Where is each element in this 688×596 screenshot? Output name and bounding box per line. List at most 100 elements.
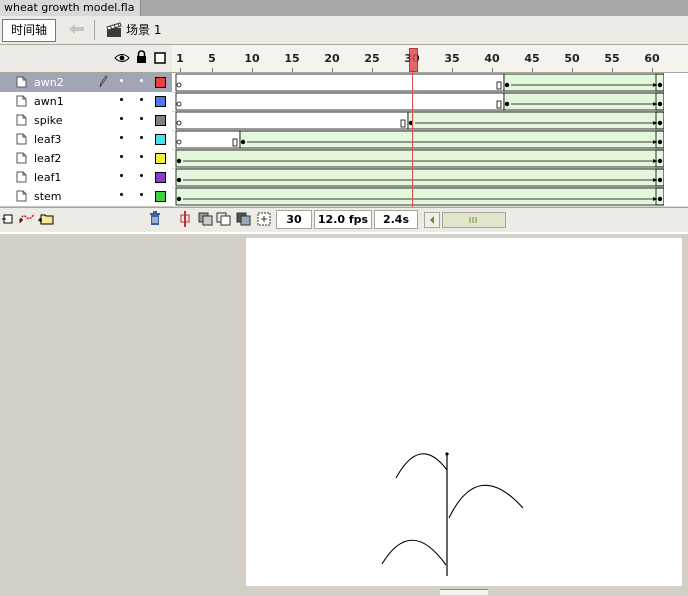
lock-toggle[interactable] (140, 117, 143, 120)
tween-end-keyframe[interactable] (657, 158, 663, 164)
back-arrow-icon[interactable] (68, 22, 88, 38)
layer-row-awn1[interactable]: awn1 (0, 92, 172, 112)
span-end-frame[interactable] (400, 119, 406, 128)
outline-square-icon[interactable] (154, 52, 166, 67)
motion-tween-span[interactable] (407, 111, 665, 130)
static-span[interactable] (175, 92, 505, 111)
modify-onion-markers-icon[interactable] (257, 212, 271, 229)
lock-icon[interactable] (136, 50, 147, 67)
frame-row-graphic[interactable] (172, 92, 688, 111)
add-motion-guide-icon[interactable] (18, 211, 36, 228)
leaf1-shape[interactable] (381, 539, 447, 566)
lock-toggle[interactable] (140, 155, 143, 158)
tween-end-keyframe[interactable] (657, 120, 663, 126)
empty-keyframe[interactable] (176, 101, 182, 107)
tween-end-keyframe[interactable] (657, 101, 663, 107)
scene-clapper-icon[interactable] (106, 22, 122, 38)
static-span[interactable] (175, 111, 409, 130)
spike-shape[interactable] (445, 452, 449, 456)
frame-row-awn1[interactable] (172, 92, 688, 112)
empty-keyframe[interactable] (176, 120, 182, 126)
frame-row-graphic[interactable] (172, 111, 688, 130)
span-end-frame[interactable] (496, 100, 502, 109)
span-end-frame[interactable] (232, 138, 238, 147)
outline-color-swatch[interactable] (155, 115, 166, 126)
outline-color-swatch[interactable] (155, 96, 166, 107)
tween-start-keyframe[interactable] (176, 196, 182, 202)
scroll-left-button[interactable] (424, 212, 440, 228)
static-span[interactable] (175, 130, 241, 149)
tween-start-keyframe[interactable] (176, 158, 182, 164)
motion-tween-span[interactable] (503, 92, 665, 111)
frame-row-awn2[interactable] (172, 73, 688, 93)
insert-folder-icon[interactable] (38, 211, 54, 228)
outline-color-swatch[interactable] (155, 77, 166, 88)
wheat-drawing[interactable] (246, 238, 682, 586)
visibility-toggle[interactable] (120, 79, 123, 82)
lock-toggle[interactable] (140, 136, 143, 139)
visibility-toggle[interactable] (120, 174, 123, 177)
leaf2-shape[interactable] (448, 484, 524, 519)
outline-color-swatch[interactable] (155, 191, 166, 202)
tween-start-keyframe[interactable] (176, 177, 182, 183)
scene-label[interactable]: 场景 1 (126, 23, 161, 38)
edit-multiple-frames-icon[interactable] (236, 212, 252, 229)
tween-end-keyframe[interactable] (657, 82, 663, 88)
layer-row-leaf3[interactable]: leaf3 (0, 130, 172, 150)
timeline-toggle-button[interactable]: 时间轴 (2, 19, 56, 42)
layer-row-awn2[interactable]: awn2 (0, 73, 172, 93)
playhead[interactable] (409, 48, 418, 72)
delete-layer-icon[interactable] (148, 211, 162, 229)
tween-start-keyframe[interactable] (240, 139, 246, 145)
layer-row-leaf2[interactable]: leaf2 (0, 149, 172, 169)
frame-grid-empty[interactable] (664, 73, 688, 206)
lock-toggle[interactable] (140, 98, 143, 101)
motion-tween-span[interactable] (175, 149, 665, 168)
tween-end-keyframe[interactable] (657, 139, 663, 145)
frame-row-spike[interactable] (172, 111, 688, 131)
tween-start-keyframe[interactable] (504, 101, 510, 107)
frame-row-graphic[interactable] (172, 149, 688, 168)
frame-row-graphic[interactable] (172, 187, 688, 206)
outline-color-swatch[interactable] (155, 153, 166, 164)
layer-row-leaf1[interactable]: leaf1 (0, 168, 172, 188)
layer-row-spike[interactable]: spike (0, 111, 172, 131)
frame-row-graphic[interactable] (172, 168, 688, 187)
visibility-toggle[interactable] (120, 193, 123, 196)
motion-tween-span[interactable] (175, 168, 665, 187)
document-tab[interactable]: wheat growth model.fla (0, 0, 142, 16)
lock-toggle[interactable] (140, 193, 143, 196)
outline-color-swatch[interactable] (155, 134, 166, 145)
tween-end-keyframe[interactable] (657, 196, 663, 202)
span-end-frame[interactable] (496, 81, 502, 90)
visibility-toggle[interactable] (120, 117, 123, 120)
motion-tween-span[interactable] (503, 73, 665, 92)
leaf3-shape[interactable] (395, 453, 448, 479)
center-frame-icon[interactable] (180, 211, 190, 230)
tween-start-keyframe[interactable] (504, 82, 510, 88)
layer-row-stem[interactable]: stem (0, 187, 172, 207)
static-span[interactable] (175, 73, 505, 92)
onion-skin-icon[interactable] (198, 212, 214, 229)
outline-color-swatch[interactable] (155, 172, 166, 183)
tween-end-keyframe[interactable] (657, 177, 663, 183)
frame-row-graphic[interactable] (172, 130, 688, 149)
motion-tween-span[interactable] (175, 187, 665, 206)
stage-canvas[interactable] (246, 238, 682, 586)
visibility-toggle[interactable] (120, 136, 123, 139)
visibility-toggle[interactable] (120, 155, 123, 158)
visibility-toggle[interactable] (120, 98, 123, 101)
eye-icon[interactable] (114, 52, 130, 67)
frame-ruler[interactable]: 151015202530354045505560 (172, 45, 688, 73)
stage-scrollbar-thumb[interactable] (440, 589, 488, 595)
frame-row-graphic[interactable] (172, 73, 688, 92)
empty-keyframe[interactable] (176, 82, 182, 88)
frame-row-stem[interactable] (172, 187, 688, 207)
frame-row-leaf1[interactable] (172, 168, 688, 188)
insert-layer-icon[interactable] (2, 211, 16, 228)
motion-tween-span[interactable] (239, 130, 665, 149)
lock-toggle[interactable] (140, 79, 143, 82)
frame-rate-value[interactable]: 12.0 fps (314, 210, 372, 229)
lock-toggle[interactable] (140, 174, 143, 177)
frame-row-leaf3[interactable] (172, 130, 688, 150)
